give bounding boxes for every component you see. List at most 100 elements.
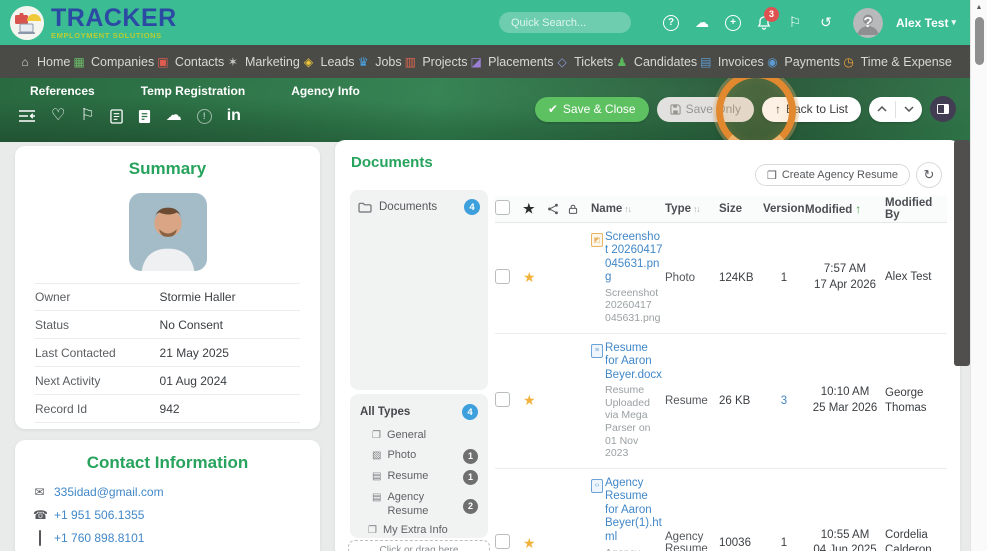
nav-item-companies[interactable]: ▦ Companies — [72, 55, 154, 69]
nav-item-tickets[interactable]: ◇ Tickets — [555, 55, 614, 69]
collapse-panel-icon[interactable] — [18, 109, 36, 123]
nav-item-home[interactable]: ⌂ Home — [18, 55, 70, 69]
notes-document-icon[interactable] — [138, 109, 151, 124]
alert-icon[interactable]: ! — [196, 108, 212, 124]
user-menu[interactable]: Alex Test ▾ — [896, 16, 956, 30]
email-icon: ✉ — [34, 485, 45, 499]
resume-document-icon[interactable] — [109, 108, 123, 124]
linkedin-icon[interactable]: in — [227, 108, 241, 124]
summary-row-last-contacted: Last Contacted 21 May 2025 — [35, 339, 300, 367]
document-name-link[interactable]: Resume for Aaron Beyer.docx — [605, 342, 663, 383]
create-agency-resume-button[interactable]: ❐ Create Agency Resume — [754, 164, 910, 186]
nav-item-placements[interactable]: ◪ Placements — [469, 55, 553, 69]
document-modified: 10:55 AM 04 Jun 2025 — [805, 468, 885, 551]
nav-item-jobs[interactable]: ♛ Jobs — [356, 55, 402, 69]
candidates-icon: ♟ — [616, 54, 628, 69]
favorite-star-icon[interactable]: ★ — [523, 392, 536, 408]
scroll-up-arrow[interactable]: ▲ — [971, 0, 987, 11]
document-name-link[interactable]: Agency Resume for Aaron Beyer(1).html — [605, 477, 663, 545]
document-icon: ▤ — [372, 491, 382, 503]
folder-item-documents[interactable]: Documents 4 — [358, 199, 480, 215]
nav-item-invoices[interactable]: ▤ Invoices — [699, 55, 764, 69]
contacts-icon: ▣ — [157, 54, 169, 69]
types-filter-all[interactable]: All Types 4 — [358, 402, 480, 426]
nav-item-projects[interactable]: ▥ Projects — [403, 55, 468, 69]
nav-item-contacts[interactable]: ▣ Contacts — [156, 55, 224, 69]
quick-search-input[interactable] — [499, 12, 631, 33]
column-header-version[interactable]: Version — [763, 196, 805, 223]
favorite-star-icon[interactable]: ★ — [523, 269, 536, 285]
brand-logo[interactable]: TRACKER EMPLOYMENT SOLUTIONS — [10, 3, 177, 40]
scrollbar-thumb[interactable] — [975, 17, 984, 65]
chevron-down-icon: ▾ — [951, 17, 956, 27]
page-scrollbar[interactable]: ▲ — [970, 0, 987, 551]
type-filter-my-extra-info[interactable]: ❐ My Extra Info — [358, 521, 480, 541]
document-name-link[interactable]: Screenshot 20260417 045631.png — [605, 231, 663, 285]
add-icon[interactable]: + — [724, 14, 742, 32]
column-header-modified[interactable]: Modified ↑ — [805, 196, 885, 223]
nav-item-time-expense[interactable]: ◷ Time & Expense — [842, 55, 952, 69]
lock-icon[interactable] — [567, 203, 579, 215]
contact-information-card: Contact Information ✉ 335idad@gmail.com … — [15, 440, 320, 551]
save-and-close-button[interactable]: ✔ Save & Close — [534, 96, 649, 122]
subnav-item-agency-info[interactable]: Agency Info — [291, 84, 360, 98]
document-size: 10036 — [719, 468, 763, 551]
history-icon[interactable]: ↺ — [817, 14, 835, 32]
main-nav: ⌂ Home ▦ Companies ▣ Contacts ✶ Marketing ◈ L… — [0, 45, 970, 78]
previous-record-button[interactable] — [869, 97, 895, 122]
nav-item-payments[interactable]: ◉ Payments — [765, 55, 840, 69]
help-icon[interactable]: ? — [662, 14, 680, 32]
candidate-photo[interactable] — [128, 193, 207, 271]
documents-title: Documents — [351, 154, 433, 171]
top-bar: TRACKER EMPLOYMENT SOLUTIONS ? ☁ + 3 ⚐ ↺ — [0, 0, 970, 45]
column-header-modified-by[interactable]: Modified By — [885, 196, 947, 223]
nav-item-leads[interactable]: ◈ Leads — [302, 55, 355, 69]
flag-record-icon[interactable]: ⚐ — [80, 108, 94, 124]
back-to-list-button[interactable]: ↑ Back to List — [761, 96, 861, 122]
nav-item-candidates[interactable]: ♟ Candidates — [615, 54, 698, 69]
chat-cloud-icon[interactable]: ☁ — [693, 14, 711, 32]
contact-mobile-link[interactable]: +1 760 898.8101 — [33, 530, 320, 546]
user-avatar[interactable]: ? — [853, 7, 883, 38]
flag-icon[interactable]: ⚐ — [786, 14, 804, 32]
leads-icon: ◈ — [303, 54, 314, 69]
upload-dropzone[interactable]: Click or drag here — [348, 540, 490, 551]
type-filter-photo[interactable]: ▨ Photo 1 — [358, 446, 480, 467]
cloud-icon[interactable]: ☁ — [166, 108, 182, 124]
document-type: Photo — [665, 222, 719, 334]
next-record-button[interactable] — [896, 97, 922, 122]
side-panel-toggle-button[interactable] — [930, 96, 956, 122]
contact-email-link[interactable]: ✉ 335idad@gmail.com — [33, 485, 320, 499]
contact-title: Contact Information — [86, 453, 249, 472]
document-row-agency-resume: ★ ‹› Agency Resume for Aaron Beyer(1).ht… — [495, 468, 947, 551]
type-filter-resume[interactable]: ▤ Resume 1 — [358, 467, 480, 488]
row-checkbox[interactable] — [495, 534, 510, 550]
column-header-size[interactable]: Size — [719, 196, 763, 223]
favorite-star-icon[interactable]: ★ — [523, 535, 536, 551]
document-icon: ❐ — [766, 169, 777, 182]
star-column-icon[interactable]: ★ — [523, 201, 535, 216]
select-all-checkbox[interactable] — [495, 199, 510, 215]
image-file-icon: ◩ — [591, 232, 603, 247]
document-version-link[interactable]: 3 — [781, 395, 787, 407]
type-filter-general[interactable]: ❐ General — [358, 426, 480, 446]
contact-phone-link[interactable]: ☎ +1 951 506.1355 — [33, 508, 320, 522]
column-header-name[interactable]: Name ↑↓ — [591, 196, 665, 223]
notifications-bell-icon[interactable]: 3 — [755, 6, 779, 32]
home-icon: ⌂ — [21, 54, 29, 69]
brand-name: TRACKER — [51, 3, 177, 32]
summary-row-status: Status No Consent — [35, 311, 300, 339]
favorite-heart-icon[interactable]: ♡ — [51, 108, 65, 124]
subnav-item-references[interactable]: References — [30, 84, 95, 98]
nav-item-marketing[interactable]: ✶ Marketing — [226, 55, 300, 69]
subnav-item-temp-registration[interactable]: Temp Registration — [141, 84, 245, 98]
share-icon[interactable] — [547, 203, 559, 215]
row-checkbox[interactable] — [495, 268, 510, 284]
save-only-button[interactable]: Save Only — [656, 96, 754, 122]
column-header-type[interactable]: Type ↑↓ — [665, 196, 719, 223]
sort-icon: ↑↓ — [624, 203, 631, 214]
refresh-button[interactable]: ↻ — [916, 162, 942, 188]
collapsed-side-panel-strip[interactable] — [954, 140, 970, 366]
row-checkbox[interactable] — [495, 391, 510, 407]
type-filter-agency-resume[interactable]: ▤ Agency Resume 2 — [358, 488, 480, 522]
